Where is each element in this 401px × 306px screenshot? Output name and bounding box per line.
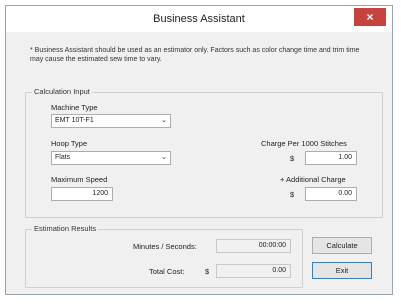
chevron-down-icon: ⌄ <box>161 117 167 124</box>
estimation-results-group: Estimation Results <box>25 224 303 288</box>
minutes-seconds-label: Minutes / Seconds: <box>133 242 197 251</box>
title-bar: Business Assistant × <box>6 6 392 32</box>
charge-currency-symbol: $ <box>290 154 295 163</box>
close-button[interactable]: × <box>354 8 386 26</box>
machine-type-label: Machine Type <box>51 103 98 112</box>
maximum-speed-input[interactable]: 1200 <box>51 187 113 201</box>
machine-type-select[interactable]: EMT 10T-F1 ⌄ <box>51 114 171 128</box>
additional-currency-symbol: $ <box>290 190 295 199</box>
charge-per-1000-label: Charge Per 1000 Stitches <box>261 139 347 148</box>
total-cost-label: Total Cost: <box>149 267 185 276</box>
hoop-type-select[interactable]: Flats ⌄ <box>51 151 171 165</box>
estimation-results-title: Estimation Results <box>32 224 99 233</box>
hoop-type-label: Hoop Type <box>51 139 88 148</box>
hoop-type-value: Flats <box>55 154 71 161</box>
additional-charge-input[interactable]: 0.00 <box>305 187 357 201</box>
window-title: Business Assistant <box>153 13 245 25</box>
total-cost-output: 0.00 <box>216 264 291 278</box>
business-assistant-window: Business Assistant × * Business Assistan… <box>5 5 393 295</box>
calculation-input-title: Calculation Input <box>32 87 92 96</box>
estimator-note: * Business Assistant should be used as a… <box>30 47 360 63</box>
maximum-speed-label: Maximum Speed <box>51 175 108 184</box>
machine-type-value: EMT 10T-F1 <box>55 117 94 124</box>
chevron-down-icon: ⌄ <box>161 154 167 161</box>
minutes-seconds-output: 00:00:00 <box>216 239 291 253</box>
charge-per-1000-input[interactable]: 1.00 <box>305 151 357 165</box>
additional-charge-label: + Additional Charge <box>280 175 346 184</box>
exit-button[interactable]: Exit <box>312 262 372 279</box>
calculate-button[interactable]: Calculate <box>312 237 372 254</box>
close-icon: × <box>366 10 374 24</box>
total-cost-currency-symbol: $ <box>205 267 210 276</box>
